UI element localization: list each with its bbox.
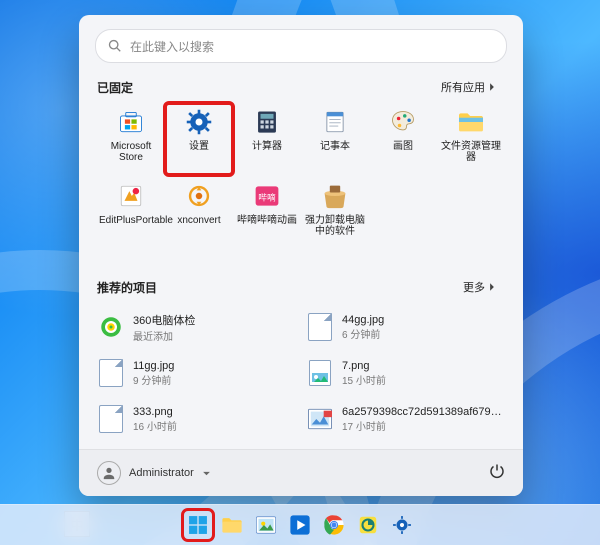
file-icon <box>97 405 125 433</box>
file-subtitle: 16 小时前 <box>133 418 177 433</box>
pinned-app-bidi[interactable]: 哔嘀哔嘀哔嘀动画 <box>233 177 301 249</box>
more-button[interactable]: 更多 <box>455 277 505 297</box>
paint-icon <box>388 107 418 137</box>
power-icon <box>489 463 505 479</box>
xnconvert-icon <box>184 181 214 211</box>
calculator-icon <box>252 107 282 137</box>
file-name: 11gg.jpg <box>133 360 174 372</box>
file-subtitle: 9 分钟前 <box>133 372 174 387</box>
chevron-down-icon <box>202 469 211 478</box>
file-name: 333.png <box>133 406 177 418</box>
pinned-app-msstore[interactable]: Microsoft Store <box>97 103 165 175</box>
start-menu: 在此键入以搜索 已固定 所有应用 Microsoft Store 设置 计算器 记事本… <box>79 15 523 496</box>
taskbar-media-button[interactable] <box>286 511 314 539</box>
app-label: 文件资源管理器 <box>439 141 503 163</box>
taskbar-settings-button[interactable] <box>388 511 416 539</box>
recommended-title: 推荐的项目 <box>97 279 157 296</box>
search-input[interactable]: 在此键入以搜索 <box>95 29 507 63</box>
pinned-grid: Microsoft Store 设置 计算器 记事本 画图 文件资源管理器 EditPlus… <box>97 103 505 249</box>
recommended-item[interactable]: 7.png15 小时前 <box>306 353 505 393</box>
power-button[interactable] <box>489 463 505 484</box>
pinned-app-settings[interactable]: 设置 <box>165 103 233 175</box>
chevron-right-icon <box>487 82 497 92</box>
search-icon <box>108 39 122 53</box>
file-icon <box>97 359 125 387</box>
all-apps-button[interactable]: 所有应用 <box>433 77 505 97</box>
editplus-icon <box>116 181 146 211</box>
pinned-app-explorer[interactable]: 文件资源管理器 <box>437 103 505 175</box>
recommended-item[interactable]: 333.png16 小时前 <box>97 399 296 439</box>
taskbar-photos-button[interactable] <box>252 511 280 539</box>
360-icon <box>97 313 125 341</box>
app-label: EditPlusPortable <box>99 215 163 226</box>
recommended-item[interactable]: 44gg.jpg6 分钟前 <box>306 307 505 347</box>
pinned-title: 已固定 <box>97 79 133 96</box>
taskbar-center <box>184 511 416 539</box>
recommended-item[interactable]: 360电脑体检最近添加 <box>97 307 296 347</box>
explorer-icon <box>456 107 486 137</box>
bidi-icon: 哔嘀 <box>252 181 282 211</box>
chevron-right-icon <box>487 282 497 292</box>
username: Administrator <box>129 467 194 479</box>
file-name: 360电脑体检 <box>133 312 195 328</box>
pinned-app-paint[interactable]: 画图 <box>369 103 437 175</box>
file-name: 7.png <box>342 360 386 372</box>
taskbar <box>0 504 600 545</box>
taskbar-start-button[interactable] <box>184 511 212 539</box>
desktop-background: 在此键入以搜索 已固定 所有应用 Microsoft Store 设置 计算器 记事本… <box>0 0 600 545</box>
app-label: 哔嘀哔嘀动画 <box>237 215 297 226</box>
settings-icon <box>184 107 214 137</box>
file-subtitle: 6 分钟前 <box>342 326 384 341</box>
recommended-item[interactable]: 6a2579398cc72d591389af679703f3...17 小时前 <box>306 399 505 439</box>
taskbar-edge-button[interactable] <box>354 511 382 539</box>
notepad-icon <box>320 107 350 137</box>
taskbar-explorer-button[interactable] <box>218 511 246 539</box>
app-label: 强力卸载电脑中的软件 <box>303 215 367 237</box>
app-label: 画图 <box>393 141 413 152</box>
start-footer: Administrator <box>79 449 523 496</box>
imgfile-icon <box>306 359 334 387</box>
app-label: xnconvert <box>177 215 220 226</box>
pinned-app-xnconvert[interactable]: xnconvert <box>165 177 233 249</box>
file-name: 6a2579398cc72d591389af679703f3... <box>342 406 502 418</box>
file-subtitle: 15 小时前 <box>342 372 386 387</box>
search-placeholder: 在此键入以搜索 <box>130 38 214 55</box>
pinned-app-editplus[interactable]: EditPlusPortable <box>97 177 165 249</box>
app-label: Microsoft Store <box>99 141 163 163</box>
app-label: 计算器 <box>252 141 282 152</box>
app-label: 设置 <box>189 141 209 152</box>
file-subtitle: 17 小时前 <box>342 418 502 433</box>
user-button[interactable]: Administrator <box>97 461 211 485</box>
app-label: 记事本 <box>320 141 350 152</box>
pinned-app-notepad[interactable]: 记事本 <box>301 103 369 175</box>
svg-text:哔嘀: 哔嘀 <box>258 191 276 202</box>
taskbar-chrome-button[interactable] <box>320 511 348 539</box>
file-name: 44gg.jpg <box>342 314 384 326</box>
file-icon <box>306 313 334 341</box>
imgfile2-icon <box>306 405 334 433</box>
recommended-grid: 360电脑体检最近添加44gg.jpg6 分钟前11gg.jpg9 分钟前7.p… <box>79 303 523 443</box>
pinned-app-uninstaller[interactable]: 强力卸载电脑中的软件 <box>301 177 369 249</box>
msstore-icon <box>116 107 146 137</box>
pinned-app-calculator[interactable]: 计算器 <box>233 103 301 175</box>
file-subtitle: 最近添加 <box>133 328 195 343</box>
avatar-icon <box>97 461 121 485</box>
recommended-item[interactable]: 11gg.jpg9 分钟前 <box>97 353 296 393</box>
uninstaller-icon <box>320 181 350 211</box>
